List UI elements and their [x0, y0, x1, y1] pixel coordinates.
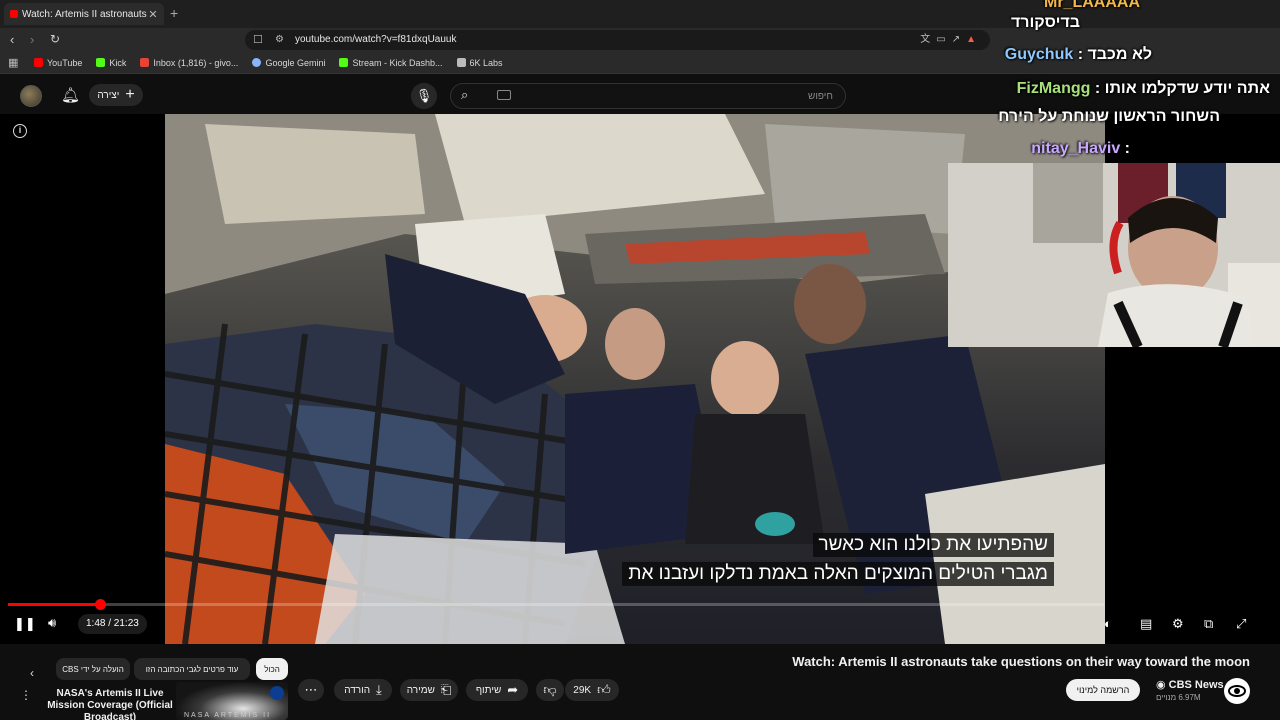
bookmark-gmail[interactable]: Inbox (1,816) - givo...	[140, 58, 238, 68]
account-avatar[interactable]	[20, 85, 42, 107]
thumbnail-text: NASA ARTEMIS II	[184, 712, 272, 719]
thumbs-down-icon: 👎︎	[543, 682, 557, 697]
site-info-icon[interactable]: ⚙	[275, 30, 284, 50]
more-horizontal-icon: ⋯	[304, 682, 318, 697]
chat-message: לא מכבד	[1087, 46, 1152, 63]
time-display: 1:48 / 21:23	[78, 614, 147, 634]
share-arrow-icon: ➦	[507, 682, 519, 697]
fullscreen-icon[interactable]: ⤢	[1236, 616, 1246, 632]
info-icon[interactable]: i	[13, 124, 27, 138]
save-button[interactable]: שמירה ⎗	[400, 679, 458, 701]
forward-icon[interactable]: ›	[30, 32, 34, 47]
chat-message: השחור הראשון שנוחת על הירח	[998, 108, 1220, 125]
create-button[interactable]: יצירה +	[89, 84, 143, 106]
streamer-webcam	[948, 163, 1280, 347]
gemini-icon	[252, 58, 262, 67]
progress-bar[interactable]	[8, 599, 1104, 610]
channel-name[interactable]: ◉ CBS News	[1156, 678, 1224, 691]
share-button[interactable]: שיתוף ➦	[466, 679, 528, 701]
chat-line-top: בדיסקורד	[1011, 14, 1080, 32]
volume-icon[interactable]: 🔊︎	[48, 615, 56, 631]
chat-message: אתה יודע שדקלמו אותו	[1104, 80, 1270, 97]
chat-line-cut: Mr_LAAAAA	[1044, 0, 1140, 11]
kick-icon	[96, 58, 106, 67]
progress-played	[8, 603, 101, 606]
subscriber-count: 6.97M מנויים	[1156, 693, 1201, 702]
close-tab-icon[interactable]: ✕	[148, 8, 158, 21]
download-button[interactable]: הורדה ⤓	[334, 679, 392, 701]
webcam-image	[948, 163, 1280, 347]
caption-line-1: שהפתיעו את כולנו הוא כאשר	[812, 533, 1054, 557]
watch-metadata: Watch: Artemis II astronauts take questi…	[0, 644, 1280, 720]
chip-uploaded-by[interactable]: הועלה על ידי CBS	[56, 658, 130, 680]
keyboard-icon[interactable]	[497, 90, 511, 100]
chat-username: Guychuk	[1004, 46, 1074, 63]
recommended-video-title[interactable]: NASA's Artemis II Live Mission Coverage …	[40, 688, 180, 720]
like-count: 29K	[573, 684, 592, 696]
tab-title: Watch: Artemis II astronauts	[22, 8, 147, 20]
screen: Watch: Artemis II astronauts ✕ + ‹ › ↻ ☐…	[0, 0, 1280, 720]
gmail-icon	[140, 58, 150, 67]
pause-icon[interactable]: ❚❚	[14, 616, 36, 632]
chat-username: FizMangg	[1016, 80, 1091, 97]
bookmark-kick[interactable]: Kick	[96, 58, 126, 68]
reload-icon[interactable]: ↻	[50, 32, 60, 46]
chat-line-4: nitay_Haviv :	[1031, 140, 1130, 157]
recommended-video[interactable]: ⋮ NASA's Artemis II Live Mission Coverag…	[0, 680, 290, 720]
chat-line-1: Guychuk : לא מכבד	[1004, 46, 1152, 63]
plus-icon: +	[125, 86, 135, 103]
cbs-eye-logo-icon[interactable]	[1224, 678, 1250, 704]
apps-grid-icon[interactable]: ▦	[8, 56, 20, 69]
chat-username: nitay_Haviv	[1031, 140, 1121, 157]
new-tab-icon[interactable]: +	[170, 5, 178, 21]
chip-more-details[interactable]: עוד פרטים לגבי הכתובה הזו	[134, 658, 250, 680]
download-label: הורדה	[344, 684, 371, 696]
chat-line-3: השחור הראשון שנוחת על הירח	[998, 108, 1220, 126]
voice-search-mic-icon[interactable]: 🎙︎	[411, 83, 437, 109]
captions-icon[interactable]: ▤	[1140, 616, 1152, 632]
search-input[interactable]: ⌕ חיפוש	[450, 83, 846, 109]
download-icon: ⤓	[376, 682, 382, 697]
save-label: שמירה	[406, 684, 435, 696]
more-actions-button[interactable]: ⋯	[298, 679, 324, 701]
bookmark-6k-labs[interactable]: 6K Labs	[456, 58, 503, 68]
kick-icon	[339, 58, 349, 67]
bookmark-star-icon[interactable]: ☐	[253, 30, 263, 50]
search-icon[interactable]: ⌕	[461, 87, 468, 103]
bookmark-youtube[interactable]: YouTube	[34, 58, 82, 68]
recommended-video-thumbnail[interactable]: NASA ARTEMIS II	[176, 682, 288, 720]
labs-icon	[456, 58, 466, 67]
chip-all[interactable]: הכול	[256, 658, 288, 680]
youtube-favicon-icon	[10, 10, 18, 18]
notifications-bell-icon[interactable]: 🔔︎	[61, 86, 80, 104]
chat-line-2: FizMangg : אתה יודע שדקלמו אותו	[1016, 80, 1270, 97]
share-label: שיתוף	[475, 684, 502, 696]
subscribe-button[interactable]: הרשמה למינוי	[1066, 679, 1140, 701]
create-label: יצירה	[97, 89, 120, 101]
bookmark-kick-dashboard[interactable]: Stream - Kick Dashb...	[339, 58, 443, 68]
search-placeholder: חיפוש	[808, 91, 833, 102]
youtube-icon	[34, 58, 43, 67]
caption-line-2: מגברי הטילים המוצקים האלה באמת נדלקו ועז…	[622, 562, 1054, 586]
back-icon[interactable]: ‹	[10, 32, 14, 47]
more-vertical-icon[interactable]: ⋮	[20, 688, 32, 702]
url-text: youtube.com/watch?v=f81dxqUauuk	[295, 34, 457, 45]
chat-message: בדיסקורד	[1010, 14, 1080, 31]
address-bar-icons[interactable]: 文▭↗▲	[920, 30, 982, 50]
bookmark-gemini[interactable]: Google Gemini	[252, 58, 325, 68]
thumbs-up-icon: 👍︎	[597, 682, 611, 697]
like-button[interactable]: 29K 👍︎	[565, 679, 619, 701]
dislike-button[interactable]: 👎︎	[536, 679, 564, 701]
miniplayer-icon[interactable]: ⧉	[1204, 616, 1213, 632]
autoplay-toggle[interactable]: ◐	[1104, 616, 1112, 631]
verified-icon: ◉	[1156, 679, 1169, 691]
nasa-logo-icon	[270, 686, 284, 700]
address-bar[interactable]: ☐ ⚙ youtube.com/watch?v=f81dxqUauuk 文▭↗▲	[245, 30, 990, 50]
browser-tab[interactable]: Watch: Artemis II astronauts ✕	[4, 3, 164, 25]
video-title: Watch: Artemis II astronauts take questi…	[792, 654, 1250, 669]
chevron-left-icon[interactable]: ‹	[30, 666, 34, 680]
settings-gear-icon[interactable]: ⚙	[1172, 616, 1184, 632]
bookmark-icon: ⎗	[440, 682, 452, 697]
